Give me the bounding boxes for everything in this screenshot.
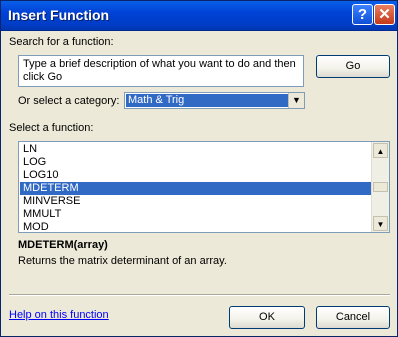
search-input[interactable]: Type a brief description of what you wan…: [18, 55, 304, 87]
function-list[interactable]: LN LOG LOG10 MDETERM MINVERSE MMULT MOD …: [18, 141, 390, 233]
list-item[interactable]: LOG: [20, 156, 376, 169]
help-button[interactable]: ?: [352, 4, 373, 25]
function-list-label: Select a function:: [9, 122, 94, 134]
go-button[interactable]: Go: [316, 55, 390, 78]
category-selected-value: Math & Trig: [126, 94, 290, 107]
list-item[interactable]: LN: [20, 143, 376, 156]
cancel-button[interactable]: Cancel: [316, 306, 390, 329]
help-link[interactable]: Help on this function: [9, 309, 109, 321]
ok-button[interactable]: OK: [229, 306, 305, 329]
list-item-selected[interactable]: MDETERM: [20, 182, 376, 195]
list-item[interactable]: MOD: [20, 221, 376, 232]
vertical-scrollbar[interactable]: ▲ ▼: [371, 142, 389, 232]
category-label: Or select a category:: [18, 95, 120, 107]
close-button[interactable]: ✕: [374, 4, 395, 25]
help-icon: ?: [357, 6, 368, 23]
list-item[interactable]: LOG10: [20, 169, 376, 182]
search-label: Search for a function:: [9, 36, 114, 48]
title-bar[interactable]: Insert Function ? ✕: [1, 1, 397, 31]
scroll-up-button[interactable]: ▲: [373, 143, 388, 158]
scroll-down-button[interactable]: ▼: [373, 216, 388, 231]
arrow-down-icon: ▼: [376, 220, 385, 229]
insert-function-dialog: Insert Function ? ✕ Search for a functio…: [0, 0, 398, 337]
function-syntax: MDETERM(array): [18, 239, 108, 251]
category-select[interactable]: Math & Trig ▼: [124, 92, 305, 109]
close-icon: ✕: [378, 6, 391, 23]
window-title: Insert Function: [8, 7, 110, 23]
separator: [9, 294, 390, 296]
scroll-thumb[interactable]: [373, 182, 388, 192]
chevron-down-icon: ▼: [292, 95, 301, 105]
list-item[interactable]: MMULT: [20, 208, 376, 221]
list-item[interactable]: MINVERSE: [20, 195, 376, 208]
dropdown-button[interactable]: ▼: [288, 93, 304, 108]
function-description: Returns the matrix determinant of an arr…: [18, 255, 227, 267]
arrow-up-icon: ▲: [376, 147, 385, 156]
